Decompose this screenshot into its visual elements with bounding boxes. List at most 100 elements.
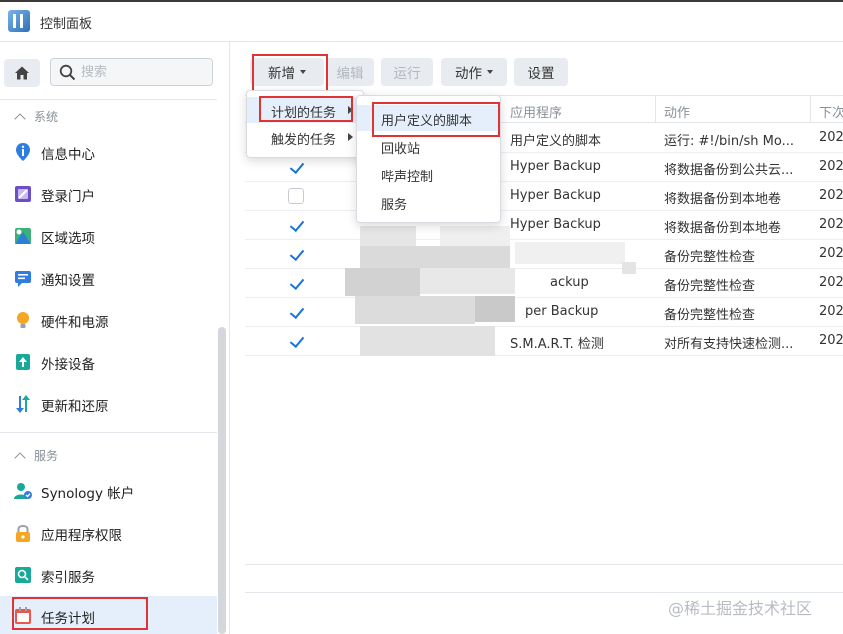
run-button[interactable]: 运行	[381, 58, 433, 86]
search-input[interactable]	[81, 63, 206, 81]
home-button[interactable]	[4, 59, 40, 87]
sidebar-item-external-devices[interactable]: 外接设备	[0, 344, 217, 380]
menu-item-beep-control[interactable]: 哔声控制	[357, 161, 500, 187]
column-divider	[810, 96, 811, 123]
login-portal-icon	[15, 186, 31, 202]
chevron-up-icon	[14, 112, 26, 125]
edit-button[interactable]: 编辑	[326, 58, 374, 86]
cell-action: 将数据备份到公共云...	[664, 163, 794, 178]
menu-item-label: 触发的任务	[271, 133, 337, 148]
sidebar-item-label: Synology 帐户	[41, 486, 135, 502]
sidebar-item-task-scheduler[interactable]: 任务计划	[0, 596, 217, 634]
sidebar-item-notification[interactable]: 通知设置	[0, 260, 217, 296]
menu-item-service[interactable]: 服务	[357, 189, 500, 215]
enabled-checkbox[interactable]	[288, 333, 304, 349]
edit-button-label: 编辑	[336, 66, 364, 82]
sidebar-item-update-restore[interactable]: 更新和还原	[0, 386, 217, 422]
sidebar-item-app-privileges[interactable]: 应用程序权限	[0, 515, 217, 551]
sidebar-item-label: 任务计划	[41, 611, 95, 627]
cell-action: 备份完整性检查	[664, 279, 756, 294]
enabled-checkbox[interactable]	[288, 275, 304, 291]
column-header-action[interactable]: 动作	[664, 102, 690, 121]
menu-item-recycle-bin[interactable]: 回收站	[357, 133, 500, 159]
sidebar-item-label: 索引服务	[41, 570, 95, 586]
add-button[interactable]: 新增	[250, 58, 324, 86]
cell-application: Hyper Backup	[510, 217, 601, 232]
cell-next-run: 202	[819, 159, 843, 174]
chevron-up-icon	[14, 451, 26, 464]
sidebar-item-label: 外接设备	[41, 357, 95, 373]
caret-down-icon	[487, 70, 493, 74]
settings-button[interactable]: 设置	[514, 58, 568, 86]
cell-application: ackup	[550, 275, 589, 290]
bulb-icon	[17, 312, 29, 328]
section-system[interactable]: 系统	[14, 108, 58, 125]
section-services[interactable]: 服务	[14, 447, 59, 464]
sidebar: 系统 信息中心 登录门户 区域选项 通知设置 硬件和电源 外接设备 更新和还原 …	[0, 42, 230, 634]
sidebar-item-label: 信息中心	[41, 147, 95, 163]
table-row[interactable]: S.M.A.R.T. 检测 对所有支持快速检测... 202	[245, 327, 843, 356]
add-button-label: 新增	[268, 66, 295, 82]
enabled-checkbox[interactable]	[288, 159, 304, 175]
region-icon	[15, 228, 31, 244]
divider	[0, 99, 217, 100]
menu-item-triggered-task[interactable]: 触发的任务	[247, 124, 363, 150]
sidebar-item-label: 区域选项	[41, 231, 95, 247]
home-icon	[15, 66, 29, 80]
cell-action: 将数据备份到本地卷	[664, 192, 782, 207]
title-bar: 控制面板	[0, 0, 843, 42]
divider	[0, 432, 217, 433]
enabled-checkbox[interactable]	[288, 217, 304, 233]
cell-action: 备份完整性检查	[664, 250, 756, 265]
sidebar-item-login-portal[interactable]: 登录门户	[0, 176, 217, 212]
sidebar-item-indexing-service[interactable]: 索引服务	[0, 557, 217, 593]
sidebar-item-synology-account[interactable]: Synology 帐户	[0, 473, 217, 509]
search-box[interactable]	[50, 58, 213, 86]
cell-application: Hyper Backup	[510, 188, 601, 203]
table-row[interactable]: ackup 备份完整性检查 202	[245, 269, 843, 298]
menu-item-label: 回收站	[381, 142, 421, 157]
top-edge	[0, 0, 843, 2]
cell-application: 用户定义的脚本	[510, 134, 602, 149]
settings-button-label: 设置	[527, 66, 555, 82]
sidebar-item-label: 登录门户	[41, 189, 95, 205]
window-title: 控制面板	[40, 17, 93, 32]
account-icon	[14, 483, 32, 499]
sidebar-item-label: 应用程序权限	[41, 528, 122, 544]
menu-item-label: 服务	[381, 198, 408, 213]
action-button[interactable]: 动作	[441, 58, 507, 86]
menu-item-user-defined-script[interactable]: 用户定义的脚本	[357, 105, 500, 131]
search-icon	[59, 64, 76, 81]
sidebar-item-label: 更新和还原	[41, 399, 109, 415]
table-row[interactable]: Hyper Backup 将数据备份到本地卷 202	[245, 182, 843, 211]
column-header-next-run[interactable]: 下次	[819, 102, 843, 121]
cell-next-run: 202	[819, 275, 843, 290]
calendar-icon	[15, 607, 31, 624]
scheduled-task-submenu: 用户定义的脚本 回收站 哔声控制 服务	[356, 95, 501, 223]
sidebar-item-label: 硬件和电源	[41, 315, 109, 331]
sidebar-scrollbar[interactable]	[218, 327, 226, 634]
menu-item-label: 用户定义的脚本	[381, 114, 473, 129]
cell-action: 备份完整性检查	[664, 308, 756, 323]
column-header-application[interactable]: 应用程序	[510, 102, 562, 121]
section-label: 服务	[34, 449, 59, 463]
table-row[interactable]: per Backup 备份完整性检查 202	[245, 298, 843, 327]
table-row[interactable]: Hyper Backup 将数据备份到本地卷 202	[245, 211, 843, 240]
cell-next-run: 202	[819, 188, 843, 203]
cell-next-run: 202	[819, 333, 843, 348]
cell-application: Hyper Backup	[510, 159, 601, 174]
enabled-checkbox[interactable]	[288, 188, 304, 204]
enabled-checkbox[interactable]	[288, 304, 304, 320]
run-button-label: 运行	[393, 66, 421, 82]
cell-next-run: 202	[819, 217, 843, 232]
enabled-checkbox[interactable]	[288, 246, 304, 262]
cell-next-run: 202	[819, 304, 843, 319]
sidebar-item-hardware-power[interactable]: 硬件和电源	[0, 302, 217, 338]
caret-down-icon	[300, 70, 306, 74]
external-device-icon	[16, 354, 30, 370]
divider	[245, 564, 843, 565]
sidebar-item-info-center[interactable]: 信息中心	[0, 134, 217, 170]
menu-item-scheduled-task[interactable]: 计划的任务	[247, 97, 363, 123]
sidebar-item-region[interactable]: 区域选项	[0, 218, 217, 254]
action-button-label: 动作	[455, 66, 482, 82]
